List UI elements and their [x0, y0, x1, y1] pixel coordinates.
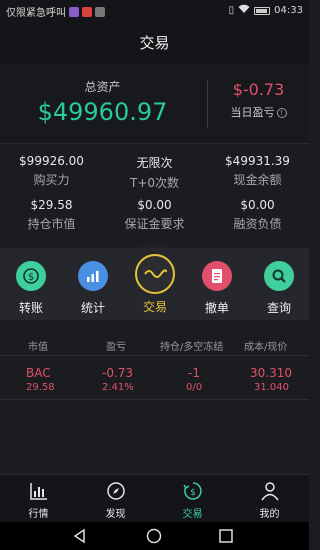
- account-metrics: $99926.00 购买力 无限次 T+0次数 $49931.39 现金余额 $…: [0, 148, 309, 240]
- svg-text:$: $: [28, 272, 34, 283]
- tab-label: 发现: [105, 509, 126, 520]
- back-icon[interactable]: [72, 528, 88, 548]
- metric-label: 持仓市值: [27, 217, 76, 231]
- column-header: 盈亏: [106, 342, 126, 353]
- statistics-label: 统计: [80, 301, 105, 315]
- total-assets-label: 总资产: [84, 80, 121, 94]
- daily-pnl-value: $-0.73: [232, 80, 285, 99]
- carrier-text: 仅限紧急呼叫: [6, 8, 66, 19]
- status-bar: 仅限紧急呼叫 ▯ 04:33: [0, 0, 309, 22]
- battery-icon: [254, 6, 271, 15]
- bottom-tab-bar: 行情 发现 $ 交易 我的: [0, 474, 309, 522]
- metric-cash-balance: $49931.39 现金余额: [206, 154, 309, 188]
- metric-label: T+0次数: [129, 176, 180, 190]
- metric-value: $99926.00: [19, 154, 84, 168]
- action-bar: $ 转账 统计 交易 撤单 查询: [0, 242, 310, 320]
- app-notification-icon: [82, 6, 92, 17]
- total-assets-value: $49960.97: [37, 98, 168, 126]
- metric-value: $0.00: [240, 198, 275, 212]
- info-icon[interactable]: !: [276, 108, 287, 118]
- metric-label: 购买力: [33, 173, 70, 187]
- market-chart-icon: [0, 479, 77, 503]
- home-icon[interactable]: [146, 528, 162, 548]
- account-summary: 总资产 $49960.97 $-0.73 当日盈亏!: [0, 64, 309, 144]
- position-cost: 30.310: [250, 366, 292, 380]
- cancel-order-label: 撤单: [204, 301, 229, 315]
- metric-value: 无限次: [136, 156, 173, 170]
- tab-label: 交易: [182, 509, 203, 520]
- metric-label: 融资负债: [233, 217, 282, 231]
- trade-wave-icon: [135, 254, 175, 294]
- dollar-transfer-icon: $: [16, 261, 46, 291]
- tab-discover[interactable]: 发现: [77, 479, 154, 520]
- metric-margin-debt: $0.00 融资负债: [206, 198, 309, 232]
- cancel-order-button[interactable]: 撤单: [186, 248, 248, 320]
- daily-pnl-label[interactable]: 当日盈亏!: [208, 104, 309, 120]
- column-header: 市值: [28, 342, 48, 353]
- svg-text:$: $: [190, 488, 196, 498]
- image-notification-icon: [95, 6, 105, 17]
- tab-trade[interactable]: $ 交易: [154, 479, 231, 520]
- position-frozen: 0/0: [186, 382, 203, 393]
- metric-value: $49931.39: [225, 154, 290, 168]
- metric-margin-requirement: $0.00 保证金要求: [103, 198, 206, 232]
- trade-dollar-icon: $: [154, 479, 231, 503]
- metric-value: $29.58: [30, 198, 73, 212]
- wifi-icon: [238, 4, 250, 17]
- tab-market[interactable]: 行情: [0, 479, 77, 520]
- tab-label: 行情: [28, 509, 49, 520]
- tab-label: 我的: [259, 509, 280, 520]
- trade-label: 交易: [142, 300, 167, 314]
- document-icon: [202, 261, 232, 291]
- profile-icon: [231, 479, 308, 503]
- system-nav-bar: [0, 522, 309, 550]
- daily-pnl-label-text: 当日盈亏: [230, 106, 275, 119]
- transfer-button[interactable]: $ 转账: [0, 248, 62, 320]
- recents-icon[interactable]: [218, 528, 234, 548]
- metric-value: $0.00: [137, 198, 172, 212]
- column-header: 成本/现价: [244, 342, 288, 353]
- query-button[interactable]: 查询: [248, 248, 310, 320]
- position-market-value: 29.58: [26, 382, 55, 393]
- query-label: 查询: [266, 301, 291, 315]
- statistics-button[interactable]: 统计: [62, 248, 124, 320]
- positions-table-header: 市值 盈亏 持仓/多空冻结 成本/现价: [0, 330, 309, 356]
- clock: 04:33: [274, 5, 303, 16]
- position-pnl: -0.73: [102, 366, 134, 380]
- column-header: 持仓/多空冻结: [160, 342, 224, 353]
- trade-button[interactable]: 交易: [124, 242, 186, 320]
- page-title: 交易: [0, 22, 309, 64]
- search-icon: [264, 261, 294, 291]
- position-symbol: BAC: [26, 366, 51, 380]
- table-row[interactable]: BAC 29.58 -0.73 2.41% -1 0/0 30.310 31.0…: [0, 360, 309, 400]
- vibrate-icon: ▯: [228, 5, 235, 16]
- tab-profile[interactable]: 我的: [231, 479, 308, 520]
- transfer-label: 转账: [18, 301, 43, 315]
- app-notification-icon: [69, 6, 79, 17]
- metric-position-value: $29.58 持仓市值: [0, 198, 103, 232]
- metric-day-trades: 无限次 T+0次数: [103, 154, 206, 191]
- compass-icon: [77, 479, 154, 503]
- metric-buying-power: $99926.00 购买力: [0, 154, 103, 188]
- position-pnl-percent: 2.41%: [102, 382, 134, 393]
- metric-label: 现金余额: [233, 173, 282, 187]
- chart-icon: [78, 261, 108, 291]
- position-quantity: -1: [188, 366, 200, 380]
- position-price: 31.040: [254, 382, 289, 393]
- metric-label: 保证金要求: [124, 217, 185, 231]
